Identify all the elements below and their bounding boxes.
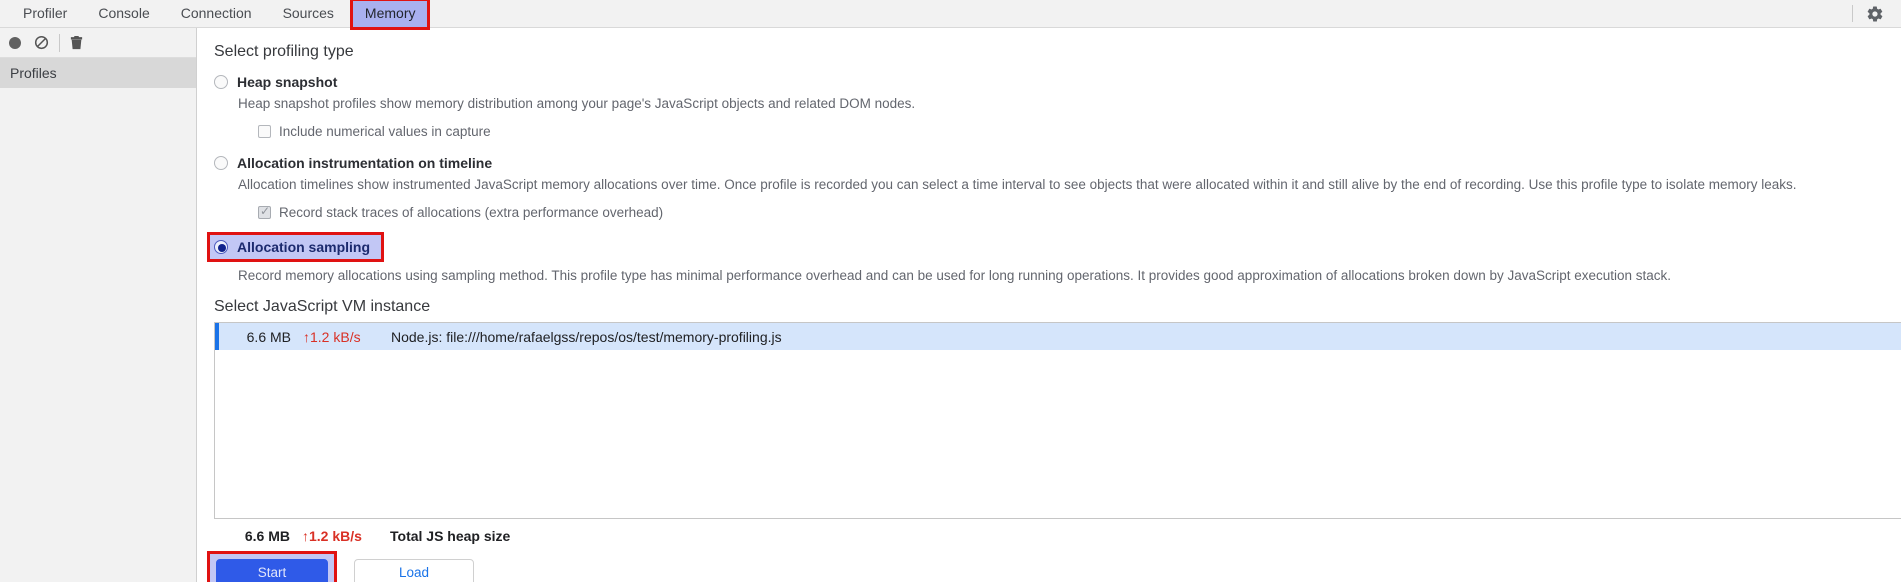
total-heap-size-label: Total JS heap size [390,528,511,544]
tab-profiler[interactable]: Profiler [10,0,80,28]
heap-snapshot-label: Heap snapshot [237,74,338,90]
total-allocation-rate: ↑1.2 kB/s [302,528,362,544]
gear-icon[interactable] [1866,5,1884,23]
option-allocation-timeline: Allocation instrumentation on timeline A… [214,155,1901,220]
include-numerical-values-label: Include numerical values in capture [279,124,491,139]
allocation-sampling-description: Record memory allocations using sampling… [238,268,1672,283]
profiler-toolbar [0,28,196,58]
allocation-sampling-label: Allocation sampling [237,239,371,255]
record-stack-traces-label: Record stack traces of allocations (extr… [279,205,664,220]
record-stack-traces-row[interactable]: Record stack traces of allocations (extr… [258,204,1901,220]
allocation-timeline-radio-row[interactable]: Allocation instrumentation on timeline [214,155,1901,171]
checkbox-include-numerical-values[interactable] [258,125,271,138]
radio-allocation-sampling[interactable] [214,240,228,254]
option-allocation-sampling: Allocation sampling Record memory alloca… [207,232,1901,283]
total-heap-size: 6.6 MB [244,528,290,544]
tab-memory[interactable]: Memory [349,0,431,30]
checkbox-record-stack-traces[interactable] [258,204,271,219]
heap-totals-row: 6.6 MB ↑1.2 kB/s Total JS heap size [214,528,1901,544]
radio-allocation-timeline[interactable] [214,156,228,170]
actions-row: Start Load [207,551,1901,582]
tab-connection[interactable]: Connection [168,0,265,28]
vm-instance-heading: Select JavaScript VM instance [214,298,431,315]
heap-snapshot-description: Heap snapshot profiles show memory distr… [238,96,916,111]
sidebar-item-profiles[interactable]: Profiles [0,58,196,88]
toolbar-divider [1852,5,1853,22]
allocation-sampling-annotation-highlight[interactable]: Allocation sampling [207,232,385,262]
tab-console[interactable]: Console [85,0,162,28]
devtools-tabbar: Profiler Console Connection Sources Memo… [0,0,1901,30]
start-button-annotation-highlight: Start [207,551,337,582]
tab-sources[interactable]: Sources [270,0,347,28]
tabbar-right-controls [1839,0,1901,27]
start-button[interactable]: Start [216,559,328,582]
memory-panel: Select profiling type Heap snapshot Heap… [198,28,1901,582]
vm-target-name: Node.js: file:///home/rafaelgss/repos/os… [391,328,782,345]
toolbar-divider [59,33,60,52]
vm-heap-size: 6.6 MB [246,328,291,345]
radio-heap-snapshot[interactable] [214,75,228,89]
clear-icon[interactable] [34,35,49,50]
left-pane: Profiles [0,28,197,582]
load-button[interactable]: Load [354,559,474,582]
delete-icon[interactable] [69,35,84,50]
allocation-timeline-description: Allocation timelines show instrumented J… [238,177,1797,192]
vm-instance-table: 6.6 MB ↑1.2 kB/s Node.js: file:///home/r… [214,322,1901,519]
profiling-type-heading: Select profiling type [214,43,354,60]
allocation-timeline-label: Allocation instrumentation on timeline [237,155,493,171]
option-heap-snapshot: Heap snapshot Heap snapshot profiles sho… [214,74,1901,139]
vm-allocation-rate: ↑1.2 kB/s [303,328,361,345]
heap-snapshot-radio-row[interactable]: Heap snapshot [214,74,1901,90]
vm-instance-row[interactable]: 6.6 MB ↑1.2 kB/s Node.js: file:///home/r… [215,323,1901,350]
record-icon[interactable] [9,36,21,49]
include-numerical-values-row[interactable]: Include numerical values in capture [258,124,1901,139]
